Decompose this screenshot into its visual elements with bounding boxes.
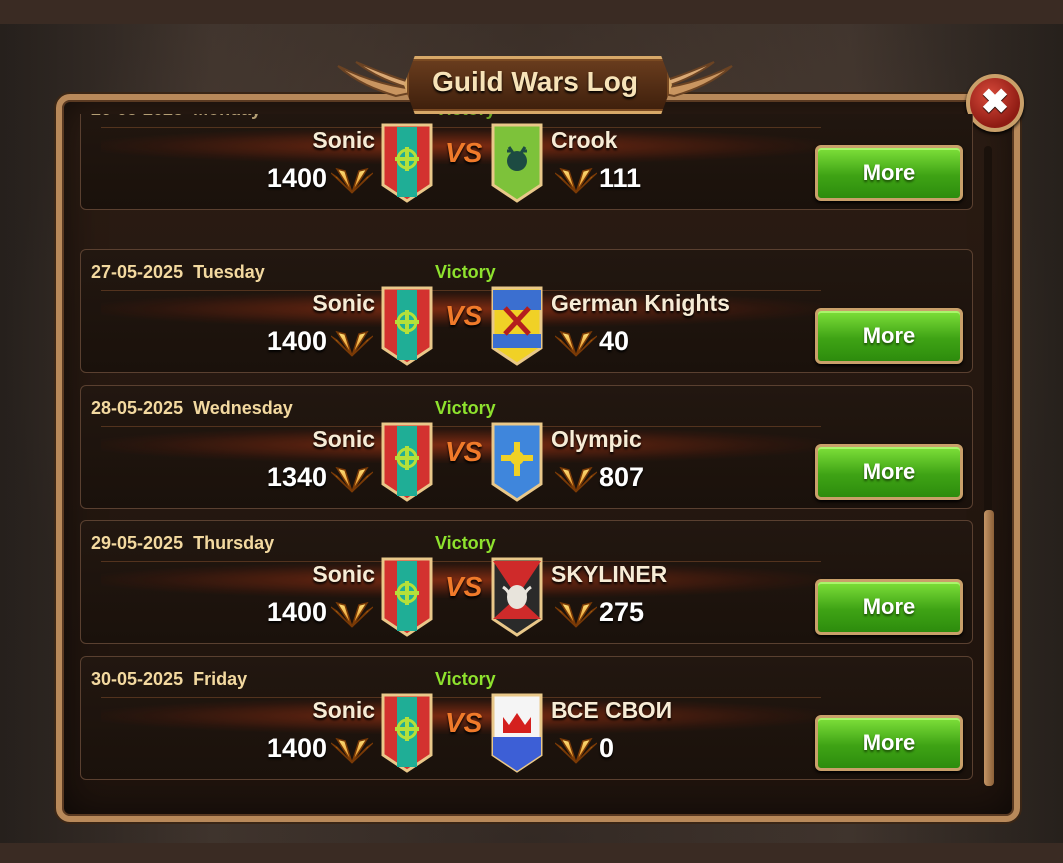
war-result: Victory — [435, 398, 496, 418]
victory-points-icon — [331, 466, 373, 493]
war-result: Victory — [435, 669, 496, 689]
war-log-list[interactable]: 26-05-2025 Monday Victory Sonic 1400 VS … — [80, 114, 973, 784]
victory-points-icon — [331, 737, 373, 764]
versus-label: VS — [445, 300, 483, 331]
victory-points-icon — [331, 330, 373, 357]
enemy-guild-score: 111 — [599, 163, 642, 193]
own-guild-score: 1400 — [266, 733, 327, 763]
own-guild-name: Sonic — [312, 697, 375, 723]
enemy-guild-banner-icon — [491, 422, 543, 502]
more-button[interactable]: More — [815, 579, 963, 635]
enemy-guild-banner-icon — [491, 286, 543, 366]
weekday-text: Wednesday — [193, 398, 293, 418]
enemy-guild-banner-icon — [491, 123, 543, 203]
enemy-guild-name: ВСЕ СВОИ — [551, 697, 673, 723]
enemy-guild-score: 807 — [599, 462, 645, 492]
date-text: 29-05-2025 — [91, 533, 184, 553]
own-guild-score: 1400 — [266, 163, 327, 193]
war-date: 29-05-2025 Thursday — [91, 533, 274, 554]
title-header: Guild Wars Log — [336, 52, 734, 114]
top-bar — [0, 0, 1063, 24]
war-result: Victory — [435, 114, 496, 120]
enemy-guild-score: 0 — [599, 733, 615, 763]
victory-points-icon — [555, 330, 597, 357]
more-button[interactable]: More — [815, 444, 963, 500]
date-text: 28-05-2025 — [91, 398, 184, 418]
own-guild-score: 1400 — [266, 597, 327, 627]
own-guild-name: Sonic — [312, 290, 375, 316]
weekday-text: Friday — [193, 669, 248, 689]
date-text: 26-05-2025 — [91, 114, 183, 119]
versus-label: VS — [445, 436, 483, 467]
victory-points-icon — [555, 167, 597, 194]
war-result: Victory — [435, 533, 496, 553]
war-log-row: 29-05-2025 Thursday Victory Sonic 1400 V… — [80, 520, 973, 644]
war-result: Victory — [435, 262, 496, 282]
own-guild-banner-icon — [381, 557, 433, 637]
close-button[interactable]: ✖ — [966, 74, 1024, 132]
weekday-text: Monday — [193, 114, 261, 119]
war-log-row: 27-05-2025 Tuesday Victory Sonic 1400 VS… — [80, 249, 973, 373]
war-log-row: 30-05-2025 Friday Victory Sonic 1400 VS … — [80, 656, 973, 780]
own-guild-banner-icon — [381, 123, 433, 203]
enemy-guild-name: SKYLINER — [551, 561, 668, 587]
own-guild-name: Sonic — [312, 561, 375, 587]
war-date: 27-05-2025 Tuesday — [91, 262, 265, 283]
scrollbar-thumb[interactable] — [984, 510, 994, 786]
date-text: 30-05-2025 — [91, 669, 184, 689]
victory-points-icon — [555, 466, 597, 493]
enemy-guild-banner-icon — [491, 557, 543, 637]
versus-label: VS — [445, 571, 483, 602]
victory-points-icon — [331, 601, 373, 628]
enemy-guild-name: Olympic — [551, 426, 642, 452]
own-guild-banner-icon — [381, 422, 433, 502]
versus-label: VS — [445, 707, 483, 738]
own-guild-score: 1400 — [266, 326, 327, 356]
own-guild-banner-icon — [381, 286, 433, 366]
war-date: 26-05-2025 Monday — [91, 114, 261, 120]
victory-points-icon — [555, 601, 597, 628]
enemy-guild-banner-icon — [491, 693, 543, 773]
weekday-text: Tuesday — [193, 262, 265, 282]
enemy-guild-name: German Knights — [551, 290, 730, 316]
more-button[interactable]: More — [815, 715, 963, 771]
war-log-row: 26-05-2025 Monday Victory Sonic 1400 VS … — [80, 114, 973, 210]
war-date: 30-05-2025 Friday — [91, 669, 247, 690]
enemy-guild-name: Crook — [551, 127, 618, 153]
weekday-text: Thursday — [193, 533, 275, 553]
versus-label: VS — [445, 137, 483, 168]
war-log-row: 28-05-2025 Wednesday Victory Sonic 1340 … — [80, 385, 973, 509]
own-guild-name: Sonic — [312, 426, 375, 452]
more-button[interactable]: More — [815, 145, 963, 201]
more-button[interactable]: More — [815, 308, 963, 364]
own-guild-name: Sonic — [312, 127, 375, 153]
bottom-bar — [0, 843, 1063, 863]
page-title: Guild Wars Log — [432, 66, 638, 97]
victory-points-icon — [331, 167, 373, 194]
date-text: 27-05-2025 — [91, 262, 184, 282]
war-date: 28-05-2025 Wednesday — [91, 398, 293, 419]
own-guild-score: 1340 — [266, 462, 327, 492]
enemy-guild-score: 40 — [599, 326, 630, 356]
own-guild-banner-icon — [381, 693, 433, 773]
victory-points-icon — [555, 737, 597, 764]
enemy-guild-score: 275 — [599, 597, 645, 627]
